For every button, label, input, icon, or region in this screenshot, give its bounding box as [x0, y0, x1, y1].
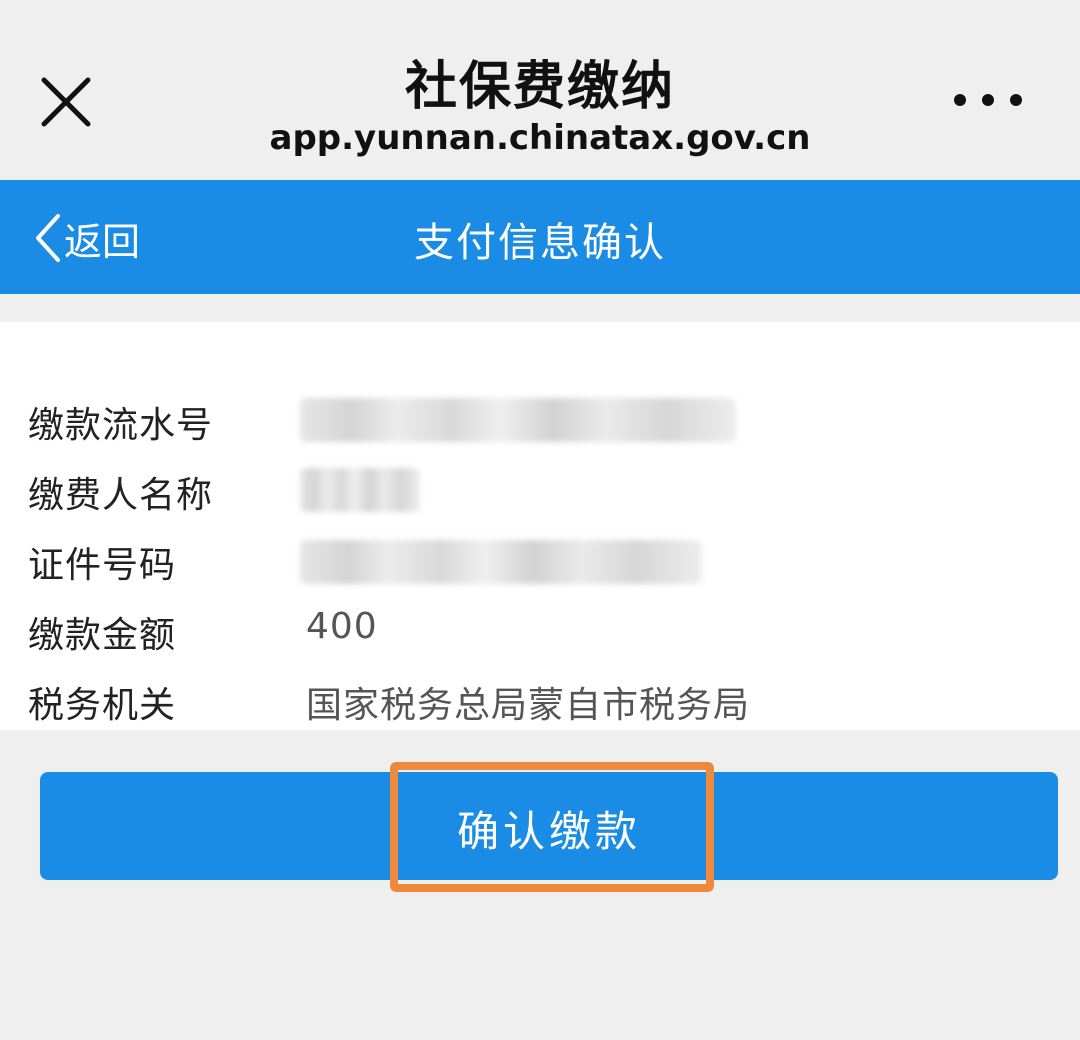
more-button[interactable]: [952, 88, 1024, 112]
redacted-value: [300, 468, 420, 512]
redacted-value: [300, 540, 702, 584]
info-row-serial: 缴款流水号: [0, 386, 1080, 446]
confirm-payment-button[interactable]: 确认缴款: [40, 772, 1058, 880]
back-label: 返回: [64, 219, 141, 264]
info-row-value: 国家税务总局蒙自市税务局: [306, 685, 751, 726]
info-row-value: 400: [306, 606, 378, 647]
info-row-label: 缴款流水号: [28, 405, 214, 446]
page-header: 返回 支付信息确认: [0, 180, 1080, 294]
info-row-tax-office: 税务机关 国家税务总局蒙自市税务局: [0, 666, 1080, 726]
info-row-label: 缴费人名称: [28, 475, 214, 516]
info-row-label: 缴款金额: [28, 615, 177, 656]
browser-url: app.yunnan.chinatax.gov.cn: [269, 118, 811, 158]
confirm-payment-label: 确认缴款: [456, 807, 641, 856]
page-title: 支付信息确认: [414, 220, 666, 266]
payment-info-card: 缴款流水号 缴费人名称 证件号码 缴款金额 400 税务机关 国家税务总局蒙自市…: [0, 322, 1080, 730]
info-row-amount: 缴款金额 400: [0, 596, 1080, 656]
redacted-value: [300, 398, 736, 442]
info-row-label: 证件号码: [28, 545, 177, 586]
info-row-id-number: 证件号码: [0, 526, 1080, 586]
info-row-payer-name: 缴费人名称: [0, 456, 1080, 516]
info-row-label: 税务机关: [28, 685, 177, 726]
more-icon: [1010, 94, 1022, 106]
back-button[interactable]: 返回: [34, 210, 140, 266]
chevron-left-icon: [36, 214, 60, 262]
browser-top-bar: 社保费缴纳 app.yunnan.chinatax.gov.cn: [0, 0, 1080, 180]
browser-title: 社保费缴纳: [404, 57, 675, 117]
more-icon: [954, 94, 966, 106]
more-icon: [982, 94, 994, 106]
payment-confirm-page: 社保费缴纳 app.yunnan.chinatax.gov.cn 返回 支付信息…: [0, 0, 1080, 1040]
